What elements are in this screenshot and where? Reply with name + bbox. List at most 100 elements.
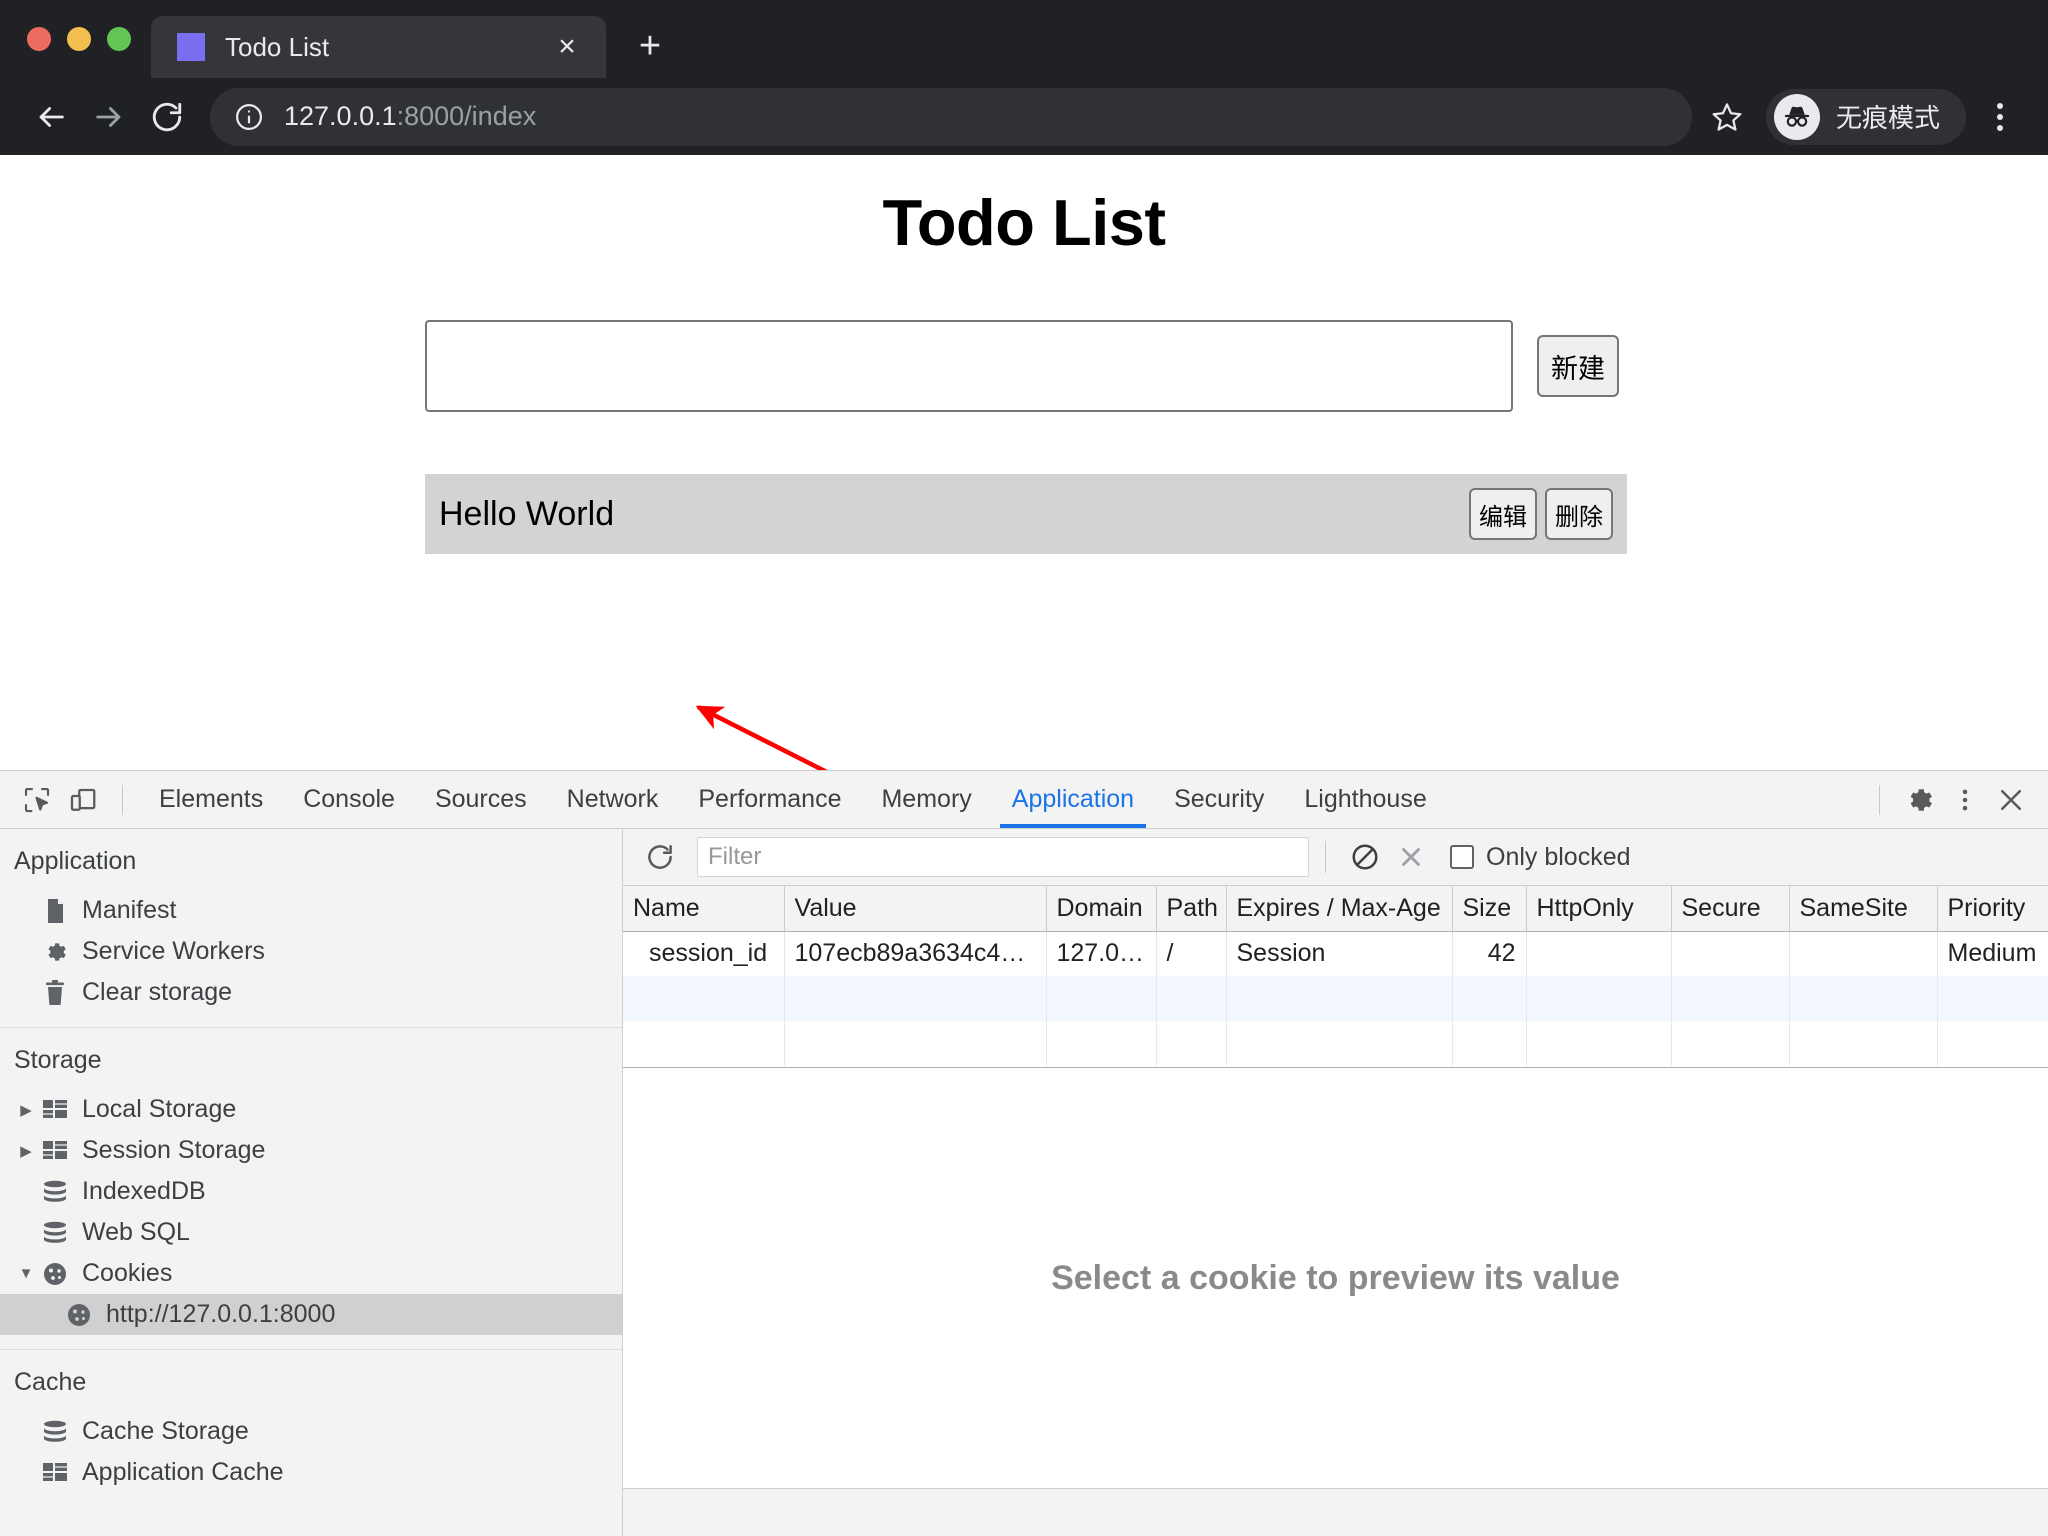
incognito-badge[interactable]: 无痕模式 <box>1765 88 1966 145</box>
devtools-tab-application[interactable]: Application <box>992 771 1154 828</box>
incognito-label: 无痕模式 <box>1835 103 1940 133</box>
cookie-table-wrapper[interactable]: Name Value Domain Path Expires / Max-Age… <box>623 886 2048 1068</box>
sidebar-item-local-storage[interactable]: ▶ Local Storage <box>0 1089 622 1130</box>
toolbar-divider <box>1325 841 1326 873</box>
browser-menu-icon[interactable] <box>1974 88 2026 146</box>
back-button[interactable] <box>22 88 80 146</box>
column-header-path[interactable]: Path <box>1156 886 1227 932</box>
sidebar-item-manifest[interactable]: Manifest <box>0 890 622 931</box>
browser-tab[interactable]: Todo List × <box>151 16 606 78</box>
devtools-tab-network[interactable]: Network <box>547 771 679 828</box>
new-todo-form: 新建 <box>425 320 1625 412</box>
devtools-tab-sources[interactable]: Sources <box>415 771 547 828</box>
column-header-secure[interactable]: Secure <box>1671 886 1790 932</box>
tab-title: Todo List <box>225 31 330 62</box>
filter-input[interactable] <box>697 837 1309 877</box>
devtools-tabbar: Elements Console Sources Network Perform… <box>0 771 2048 829</box>
address-bar-url: 127.0.0.1:8000/index <box>284 101 537 131</box>
sidebar-item-label: Service Workers <box>82 937 265 965</box>
gear-icon <box>38 938 72 966</box>
gear-icon[interactable] <box>1896 777 1942 823</box>
new-tab-button[interactable]: + <box>624 20 676 72</box>
document-icon <box>38 897 72 925</box>
site-info-icon[interactable] <box>234 102 264 132</box>
sidebar-scrollbar[interactable] <box>610 829 620 1536</box>
devtools-tab-memory[interactable]: Memory <box>861 771 991 828</box>
toolbar-divider-right <box>1879 784 1880 815</box>
database-icon <box>38 1219 72 1247</box>
cell-secure <box>1671 931 1790 976</box>
column-header-value[interactable]: Value <box>784 886 1047 932</box>
window-maximize-button[interactable] <box>107 27 131 51</box>
device-toolbar-icon[interactable] <box>60 777 106 823</box>
sidebar-item-service-workers[interactable]: Service Workers <box>0 931 622 972</box>
sidebar-item-application-cache[interactable]: Application Cache <box>0 1452 622 1493</box>
devtools-tab-lighthouse[interactable]: Lighthouse <box>1284 771 1446 828</box>
page-viewport: Todo List 新建 Hello World 编辑 删除 只显示当前登录用户… <box>0 155 2048 770</box>
column-header-priority[interactable]: Priority <box>1937 886 2048 932</box>
tab-close-icon[interactable]: × <box>550 30 584 64</box>
window-minimize-button[interactable] <box>67 27 91 51</box>
sidebar-item-label: Application Cache <box>82 1458 284 1486</box>
only-blocked-checkbox-wrap[interactable]: Only blocked <box>1450 843 1631 872</box>
sidebar-section-storage: Storage <box>14 1046 102 1074</box>
column-header-httponly[interactable]: HttpOnly <box>1526 886 1672 932</box>
sidebar-item-clear-storage[interactable]: Clear storage <box>0 972 622 1013</box>
table-row[interactable]: session_id 107ecb89a3634c40… 127.0… / Se… <box>623 931 2048 976</box>
window-close-button[interactable] <box>27 27 51 51</box>
devtools-tab-console[interactable]: Console <box>283 771 415 828</box>
devtools-tab-elements[interactable]: Elements <box>139 771 283 828</box>
sidebar-item-cache-storage[interactable]: Cache Storage <box>0 1411 622 1452</box>
cookie-preview-placeholder: Select a cookie to preview its value <box>1051 1258 1620 1297</box>
cookie-table: Name Value Domain Path Expires / Max-Age… <box>623 886 2048 1066</box>
sidebar-item-label: Clear storage <box>82 978 233 1006</box>
sidebar-section-application: Application <box>14 847 137 875</box>
devtools-tab-performance[interactable]: Performance <box>678 771 861 828</box>
create-todo-button[interactable]: 新建 <box>1537 335 1619 397</box>
sidebar-item-label: Session Storage <box>82 1136 266 1164</box>
delete-icon[interactable] <box>1388 834 1434 880</box>
refresh-icon[interactable] <box>637 834 683 880</box>
todo-item-text: Hello World <box>439 494 615 533</box>
inspect-element-icon[interactable] <box>14 777 60 823</box>
delete-todo-button[interactable]: 删除 <box>1545 488 1613 540</box>
cell-size: 42 <box>1452 931 1527 976</box>
sidebar-item-session-storage[interactable]: ▶ Session Storage <box>0 1130 622 1171</box>
forward-button[interactable] <box>80 88 138 146</box>
close-icon[interactable] <box>1988 777 2034 823</box>
reload-button[interactable] <box>138 88 196 146</box>
chevron-down-icon[interactable]: ▼ <box>14 1265 38 1282</box>
devtools-body: Application Manifest Service Workers Cle… <box>0 829 2048 1536</box>
chevron-right-icon[interactable]: ▶ <box>14 1142 38 1160</box>
edit-todo-button[interactable]: 编辑 <box>1469 488 1537 540</box>
cookies-panel: Only blocked Name Value Domain <box>623 829 2048 1536</box>
cell-name: session_id <box>623 931 785 976</box>
page-title: Todo List <box>882 186 1166 259</box>
sidebar-item-cookies[interactable]: ▼ Cookies <box>0 1253 622 1294</box>
table-row-empty[interactable] <box>623 1021 2048 1066</box>
clear-all-icon[interactable] <box>1342 834 1388 880</box>
bookmark-star-icon[interactable] <box>1698 88 1756 146</box>
only-blocked-checkbox[interactable] <box>1450 845 1474 869</box>
column-header-domain[interactable]: Domain <box>1046 886 1157 932</box>
new-todo-input[interactable] <box>425 320 1513 412</box>
cookies-toolbar: Only blocked <box>623 829 2048 886</box>
cell-path: / <box>1156 931 1227 976</box>
column-header-name[interactable]: Name <box>623 886 785 932</box>
devtools-tab-security[interactable]: Security <box>1154 771 1284 828</box>
more-vertical-icon[interactable] <box>1942 777 1988 823</box>
column-header-size[interactable]: Size <box>1452 886 1527 932</box>
sidebar-item-indexeddb[interactable]: IndexedDB <box>0 1171 622 1212</box>
table-header-row: Name Value Domain Path Expires / Max-Age… <box>623 886 2048 932</box>
chevron-right-icon[interactable]: ▶ <box>14 1101 38 1119</box>
column-header-samesite[interactable]: SameSite <box>1789 886 1938 932</box>
sidebar-item-label: Local Storage <box>82 1095 237 1123</box>
address-bar[interactable]: 127.0.0.1:8000/index <box>210 87 1692 146</box>
sidebar-item-label: http://127.0.0.1:8000 <box>106 1300 336 1328</box>
cell-domain: 127.0… <box>1046 931 1157 976</box>
sidebar-item-web-sql[interactable]: Web SQL <box>0 1212 622 1253</box>
sidebar-item-cookie-origin[interactable]: http://127.0.0.1:8000 <box>0 1294 622 1335</box>
cookie-icon <box>62 1301 96 1329</box>
column-header-expires[interactable]: Expires / Max-Age <box>1226 886 1453 932</box>
table-row-empty[interactable] <box>623 976 2048 1021</box>
